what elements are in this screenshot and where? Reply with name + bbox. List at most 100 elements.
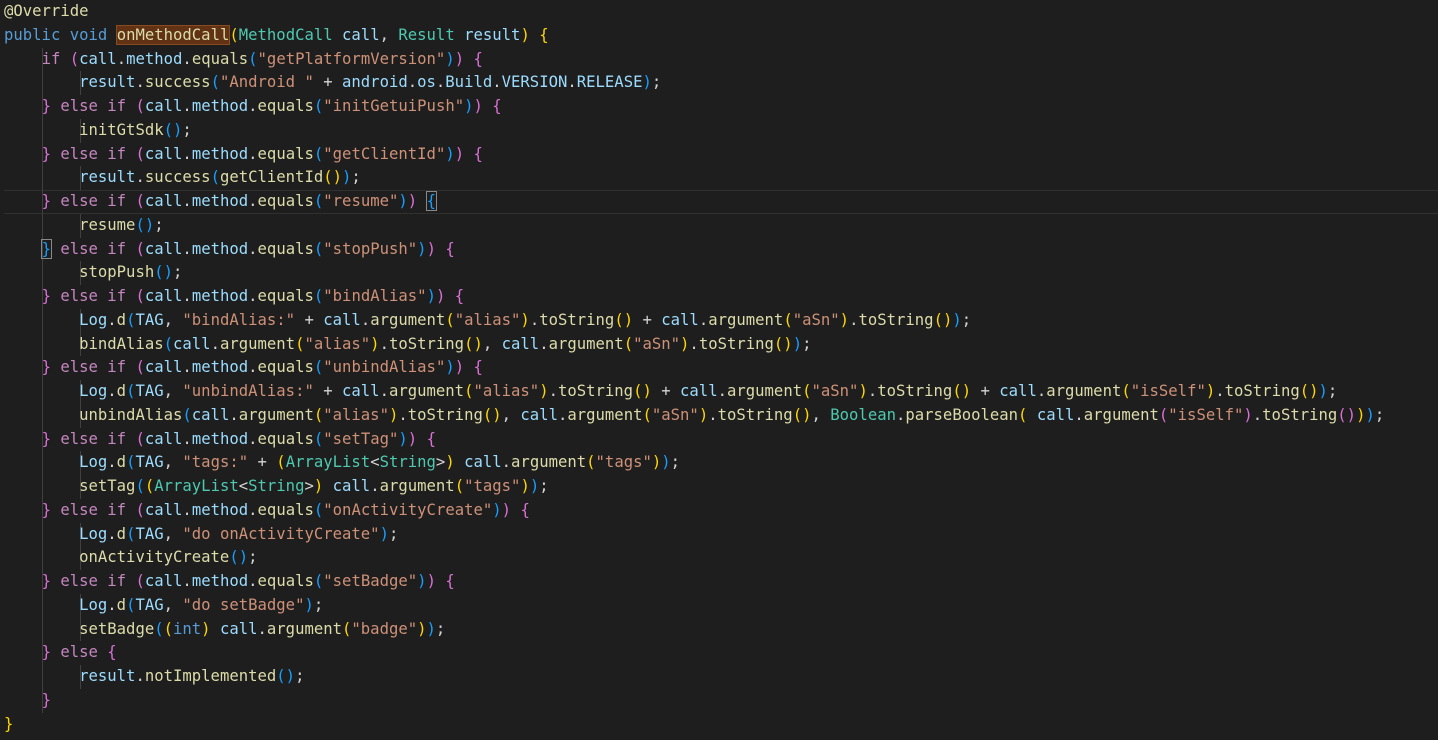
code-line[interactable]: } else if (call.method.equals("bindAlias… <box>4 285 1438 309</box>
code-line[interactable]: } else if (call.method.equals("unbindAli… <box>4 356 1438 380</box>
code-token: . <box>360 310 371 329</box>
code-line[interactable]: Log.d(TAG, "unbindAlias:" + call.argumen… <box>4 380 1438 404</box>
code-token: . <box>248 97 258 115</box>
code-token: ( <box>135 429 145 448</box>
code-token: Log <box>79 310 108 329</box>
code-token: } <box>40 238 52 259</box>
code-token: ) <box>417 619 427 638</box>
code-token: TAG <box>135 453 164 472</box>
code-token: ) <box>398 192 408 210</box>
code-token: equals <box>257 239 314 258</box>
code-token: ( <box>135 239 145 258</box>
code-line[interactable]: stopPush(); <box>4 261 1438 285</box>
code-line[interactable]: result.notImplemented(); <box>4 665 1438 689</box>
code-token: Log <box>79 524 108 543</box>
code-token: notImplemented <box>144 667 277 685</box>
code-line[interactable]: resume(); <box>4 213 1438 238</box>
code-token: argument <box>266 619 343 638</box>
code-token: } <box>4 714 14 733</box>
code-token: { <box>107 643 117 662</box>
code-token: . <box>248 192 258 210</box>
code-line[interactable]: onActivityCreate(); <box>4 546 1438 570</box>
code-text: } else if (call.method.equals("stopPush"… <box>4 238 455 259</box>
code-token: . <box>182 239 192 258</box>
code-line[interactable]: } else if (call.method.equals("getClient… <box>4 142 1438 167</box>
code-token: ( <box>135 572 145 590</box>
code-line[interactable]: } else if (call.method.equals("setBadge"… <box>4 570 1438 594</box>
code-token: if <box>107 239 127 258</box>
code-token: argument <box>238 405 314 424</box>
code-line[interactable]: Log.d(TAG, "tags:" + (ArrayList<String>)… <box>4 451 1438 475</box>
code-line[interactable]: unbindAlias(call.argument("alias").toStr… <box>4 403 1438 428</box>
code-line[interactable]: bindAlias(call.argument("alias").toStrin… <box>4 332 1438 357</box>
code-line[interactable]: setBadge((int) call.argument("badge")); <box>4 617 1438 642</box>
code-token: ) <box>680 334 690 353</box>
code-token: ; <box>670 453 681 472</box>
code-token: ) <box>388 405 399 424</box>
code-token: ) <box>426 619 436 638</box>
code-line[interactable]: Log.d(TAG, "do onActivityCreate"); <box>4 522 1438 547</box>
code-line[interactable]: } else if (call.method.equals("onActivit… <box>4 498 1438 523</box>
code-line[interactable]: result.success("Android " + android.os.B… <box>4 71 1438 95</box>
code-token: ( <box>783 310 793 329</box>
code-token: ) <box>529 477 540 495</box>
code-line[interactable]: } else if (call.method.equals("setTag"))… <box>4 427 1438 452</box>
code-token: toString <box>407 405 483 424</box>
code-token: ( <box>135 97 145 115</box>
code-token: TAG <box>135 382 164 400</box>
code-token: ) <box>792 334 803 353</box>
code-line[interactable]: setTag((ArrayList<String>) call.argument… <box>4 475 1438 499</box>
code-token: () <box>1337 405 1357 424</box>
code-line[interactable]: } else if (call.method.equals("initGetui… <box>4 95 1438 119</box>
code-token: argument <box>219 334 296 353</box>
code-editor[interactable]: @Override public void onMethodCall(Method… <box>0 0 1438 740</box>
code-token: . <box>182 144 192 163</box>
code-token: ) <box>417 239 427 258</box>
code-text: Log.d(TAG, "unbindAlias:" + call.argumen… <box>4 382 1337 400</box>
code-token: . <box>717 382 727 400</box>
code-line[interactable]: result.success(getClientId()); <box>4 166 1438 190</box>
code-line[interactable]: public void onMethodCall(MethodCall call… <box>4 24 1438 48</box>
code-token: . <box>1252 405 1263 424</box>
code-token: d <box>116 382 127 400</box>
code-line[interactable]: } else if (call.method.equals("stopPush"… <box>4 237 1438 262</box>
code-token: TAG <box>135 310 164 329</box>
code-token: () <box>154 263 173 282</box>
code-lines: @Override public void onMethodCall(Method… <box>4 0 1438 736</box>
code-line[interactable]: Log.d(TAG, "do setBadge"); <box>4 593 1438 618</box>
code-token: toString <box>557 382 634 400</box>
code-line[interactable]: if (call.method.equals("getPlatformVersi… <box>4 47 1438 72</box>
code-token: ( <box>313 405 324 424</box>
code-token: equals <box>257 572 314 590</box>
code-line[interactable]: } <box>4 688 1438 713</box>
code-line-current[interactable]: } else if (call.method.equals("resume"))… <box>4 190 1438 214</box>
code-line[interactable]: initGtSdk(); <box>4 118 1438 143</box>
code-token: String <box>248 477 305 495</box>
code-token: toString <box>877 382 953 400</box>
code-token: ( <box>313 287 324 305</box>
code-token: () <box>229 548 249 567</box>
code-token: if <box>107 97 127 115</box>
code-token: "alias" <box>454 310 521 329</box>
code-token: "alias" <box>304 334 371 353</box>
code-line[interactable]: } <box>4 713 1438 737</box>
code-line[interactable]: @Override <box>4 0 1438 24</box>
code-token: } <box>41 144 51 163</box>
code-token: ) <box>858 382 868 400</box>
code-token: ( <box>313 192 324 210</box>
code-line[interactable]: Log.d(TAG, "bindAlias:" + call.argument(… <box>4 308 1438 333</box>
code-token: equals <box>257 358 314 377</box>
code-token: ( <box>313 500 324 519</box>
code-token: . <box>182 192 192 210</box>
code-line[interactable]: } else { <box>4 641 1438 665</box>
